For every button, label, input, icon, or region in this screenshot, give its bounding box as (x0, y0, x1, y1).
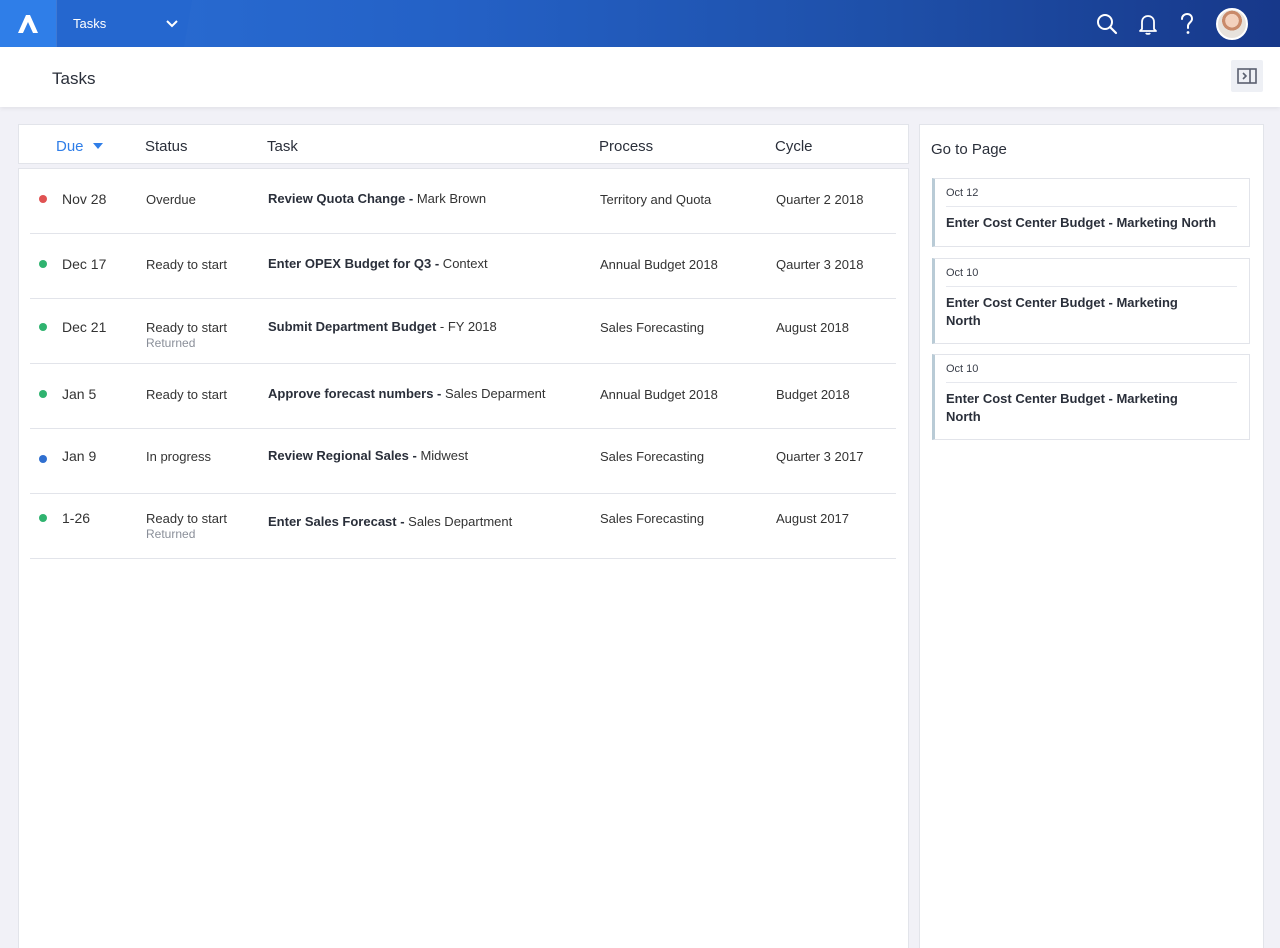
column-header-cycle[interactable]: Cycle (775, 138, 813, 155)
due-date: Jan 9 (62, 448, 97, 464)
notifications-button[interactable] (1136, 12, 1160, 36)
status-text: Overdue (146, 192, 196, 207)
page-card[interactable]: Oct 10 Enter Cost Center Budget - Market… (932, 354, 1250, 440)
table-row[interactable]: Jan 9 In progress Review Regional Sales … (30, 429, 896, 494)
app-selector-dropdown[interactable]: Tasks (56, 0, 192, 47)
process-name: Sales Forecasting (600, 320, 705, 335)
status-dot-in-progress (39, 455, 47, 463)
task-name-detail: Sales Department (404, 514, 513, 529)
task-name[interactable]: Submit Department Budget - FY 2018 (268, 319, 497, 334)
task-name-bold: Enter Sales Forecast - (268, 514, 405, 529)
process-name: Sales Forecasting (600, 449, 705, 464)
task-name-detail: - FY 2018 (436, 319, 497, 334)
search-button[interactable] (1095, 12, 1119, 36)
status-dot-ready (39, 323, 47, 331)
status-dot-overdue (39, 195, 47, 203)
app-logo-icon (18, 14, 38, 33)
card-title: Enter Cost Center Budget - Marketing Nor… (946, 295, 1178, 328)
cycle-name: August 2018 (776, 320, 850, 335)
column-header-due[interactable]: Due (56, 138, 104, 155)
task-name[interactable]: Review Regional Sales - Midwest (268, 448, 468, 463)
due-date: Jan 5 (62, 386, 97, 402)
tasks-table-body: Nov 28 Overdue Review Quota Change - Mar… (18, 168, 909, 948)
due-date: Dec 21 (62, 319, 107, 335)
page-title: Tasks (52, 69, 96, 88)
sort-down-icon (92, 143, 103, 149)
card-title: Enter Cost Center Budget - Marketing Nor… (946, 215, 1217, 230)
task-name[interactable]: Approve forecast numbers - Sales Deparme… (268, 386, 545, 401)
task-name-detail: Context (439, 256, 488, 271)
page-card[interactable]: Oct 12 Enter Cost Center Budget - Market… (932, 178, 1250, 247)
status-subtext: Returned (146, 527, 196, 541)
cycle-name: Budget 2018 (776, 387, 850, 402)
table-row[interactable]: Jan 5 Ready to start Approve forecast nu… (30, 364, 896, 429)
panel-title: Go to Page (931, 141, 1007, 158)
task-name-detail: Mark Brown (413, 191, 487, 206)
card-date: Oct 12 (946, 187, 979, 199)
status-dot-ready (39, 390, 47, 398)
table-row[interactable]: Nov 28 Overdue Review Quota Change - Mar… (30, 169, 896, 234)
status-text: Ready to start (146, 511, 227, 526)
process-name: Sales Forecasting (600, 511, 705, 526)
task-name-detail: Sales Deparment (441, 386, 546, 401)
app-selector-label: Tasks (73, 16, 107, 31)
column-header-due-label: Due (56, 138, 84, 155)
user-avatar[interactable] (1216, 8, 1248, 40)
go-to-page-panel: Go to Page Oct 12 Enter Cost Center Budg… (919, 124, 1264, 948)
table-row[interactable]: Dec 21 Ready to start Returned Submit De… (30, 299, 896, 364)
task-name-detail: Midwest (416, 448, 469, 463)
task-name-bold: Review Regional Sales - (268, 448, 417, 463)
task-name-bold: Approve forecast numbers - (268, 386, 442, 401)
column-header-status[interactable]: Status (145, 138, 188, 155)
table-row[interactable]: Dec 17 Ready to start Enter OPEX Budget … (30, 234, 896, 299)
cycle-name: Quarter 3 2017 (776, 449, 864, 464)
cycle-name: Quarter 2 2018 (776, 192, 864, 207)
help-button[interactable] (1175, 12, 1199, 36)
card-date: Oct 10 (946, 363, 979, 375)
top-navigation-bar: Tasks (0, 0, 1280, 47)
column-header-task[interactable]: Task (267, 138, 298, 155)
process-name: Territory and Quota (600, 192, 712, 207)
cycle-name: August 2017 (776, 511, 850, 526)
due-date: Dec 17 (62, 256, 107, 272)
page-header: Tasks (0, 47, 1280, 107)
panel-toggle-button[interactable] (1231, 60, 1263, 92)
status-dot-ready (39, 514, 47, 522)
table-row[interactable]: 1-26 Ready to start Returned Enter Sales… (30, 494, 896, 559)
task-name[interactable]: Review Quota Change - Mark Brown (268, 191, 486, 206)
process-name: Annual Budget 2018 (600, 257, 718, 272)
task-name[interactable]: Enter Sales Forecast - Sales Department (268, 514, 512, 529)
cycle-name: Qaurter 3 2018 (776, 257, 864, 272)
process-name: Annual Budget 2018 (600, 387, 718, 402)
search-icon (1097, 14, 1118, 35)
status-text: Ready to start (146, 320, 227, 335)
card-title: Enter Cost Center Budget - Marketing Nor… (946, 391, 1178, 424)
task-name-bold: Submit Department Budget (268, 319, 437, 334)
card-divider (946, 206, 1237, 207)
due-date: 1-26 (62, 510, 91, 526)
status-text: Ready to start (146, 257, 227, 272)
task-name[interactable]: Enter OPEX Budget for Q3 - Context (268, 256, 488, 271)
due-date: Nov 28 (62, 191, 107, 207)
tasks-table-header: Due Status Task Process Cycle (18, 124, 909, 164)
chevron-down-icon (166, 20, 178, 28)
status-subtext: Returned (146, 336, 196, 350)
app-logo[interactable] (0, 0, 56, 47)
card-date: Oct 10 (946, 267, 979, 279)
card-divider (946, 382, 1237, 383)
task-name-bold: Review Quota Change - (268, 191, 414, 206)
page-card[interactable]: Oct 10 Enter Cost Center Budget - Market… (932, 258, 1250, 344)
status-dot-ready (39, 260, 47, 268)
status-text: In progress (146, 449, 212, 464)
task-name-bold: Enter OPEX Budget for Q3 - (268, 256, 440, 271)
column-header-process[interactable]: Process (599, 138, 653, 155)
panel-toggle-icon (1237, 68, 1257, 84)
status-text: Ready to start (146, 387, 227, 402)
card-divider (946, 286, 1237, 287)
help-icon (1181, 13, 1194, 34)
bell-icon (1139, 15, 1157, 35)
